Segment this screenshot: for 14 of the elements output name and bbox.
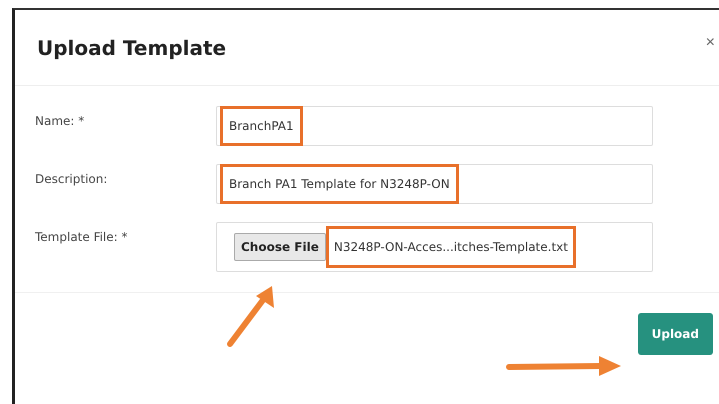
field-label: Name: * <box>35 113 86 128</box>
dialog-title: Upload Template <box>37 36 226 60</box>
input-field[interactable]: BranchPA1 <box>216 106 653 146</box>
input-field[interactable]: Branch PA1 Template for N3248P-ON <box>216 164 653 204</box>
field-value: Branch PA1 Template for N3248P-ON <box>220 164 459 204</box>
file-name: N3248P-ON-Acces...itches-Template.txt <box>326 226 576 268</box>
field-label: Description: <box>35 171 108 186</box>
file-field[interactable]: Choose File N3248P-ON-Acces...itches-Template.txt <box>216 222 653 272</box>
field-value: BranchPA1 <box>220 106 303 146</box>
upload-button[interactable]: Upload <box>638 313 713 355</box>
choose-file-button[interactable]: Choose File <box>234 233 326 261</box>
close-button[interactable]: × <box>702 34 719 52</box>
field-label: Template File: * <box>35 229 129 244</box>
annotation-arrow-icon <box>505 354 623 378</box>
